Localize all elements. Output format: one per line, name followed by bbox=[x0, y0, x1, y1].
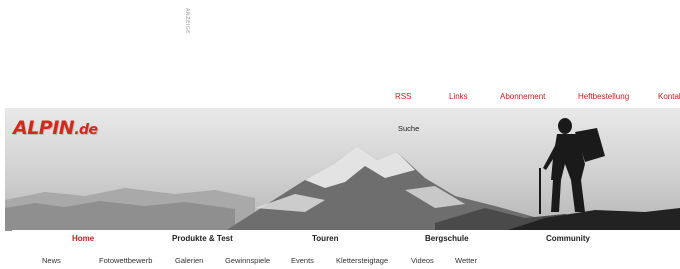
main-navigation: Home Produkte & Test Touren Bergschule C… bbox=[12, 230, 680, 247]
search-label[interactable]: Suche bbox=[398, 124, 419, 133]
top-link-abonnement[interactable]: Abonnement bbox=[500, 92, 545, 101]
ad-label: ANZEIGE bbox=[184, 8, 190, 34]
subnav-gewinnspiele[interactable]: Gewinnspiele bbox=[225, 256, 270, 265]
nav-community[interactable]: Community bbox=[546, 234, 590, 243]
subnav-wetter[interactable]: Wetter bbox=[455, 256, 477, 265]
subnav-galerien[interactable]: Galerien bbox=[175, 256, 203, 265]
mountain-scene-image bbox=[5, 108, 680, 231]
subnav-videos[interactable]: Videos bbox=[411, 256, 434, 265]
logo-domain: .de bbox=[74, 122, 98, 138]
header-banner: ALPIN.de Suche bbox=[5, 108, 680, 231]
subnav-events[interactable]: Events bbox=[291, 256, 314, 265]
nav-touren[interactable]: Touren bbox=[312, 234, 339, 243]
nav-home[interactable]: Home bbox=[72, 234, 94, 243]
top-link-kontakt[interactable]: Kontakt bbox=[658, 92, 680, 101]
subnav-klettersteigtage[interactable]: Klettersteigtage bbox=[336, 256, 388, 265]
top-link-heftbestellung[interactable]: Heftbestellung bbox=[578, 92, 629, 101]
subnav-fotowettbewerb[interactable]: Fotowettbewerb bbox=[99, 256, 152, 265]
top-link-links[interactable]: Links bbox=[449, 92, 468, 101]
nav-produkte-test[interactable]: Produkte & Test bbox=[172, 234, 233, 243]
nav-bergschule[interactable]: Bergschule bbox=[425, 234, 469, 243]
sub-navigation: News Fotowettbewerb Galerien Gewinnspiel… bbox=[0, 256, 680, 268]
site-logo[interactable]: ALPIN.de bbox=[13, 117, 98, 139]
subnav-news[interactable]: News bbox=[42, 256, 61, 265]
logo-main: ALPIN bbox=[13, 117, 75, 139]
active-tab-indicator bbox=[22, 230, 152, 232]
top-link-rss[interactable]: RSS bbox=[395, 92, 411, 101]
top-links: RSS Links Abonnement Heftbestellung Kont… bbox=[0, 92, 680, 104]
